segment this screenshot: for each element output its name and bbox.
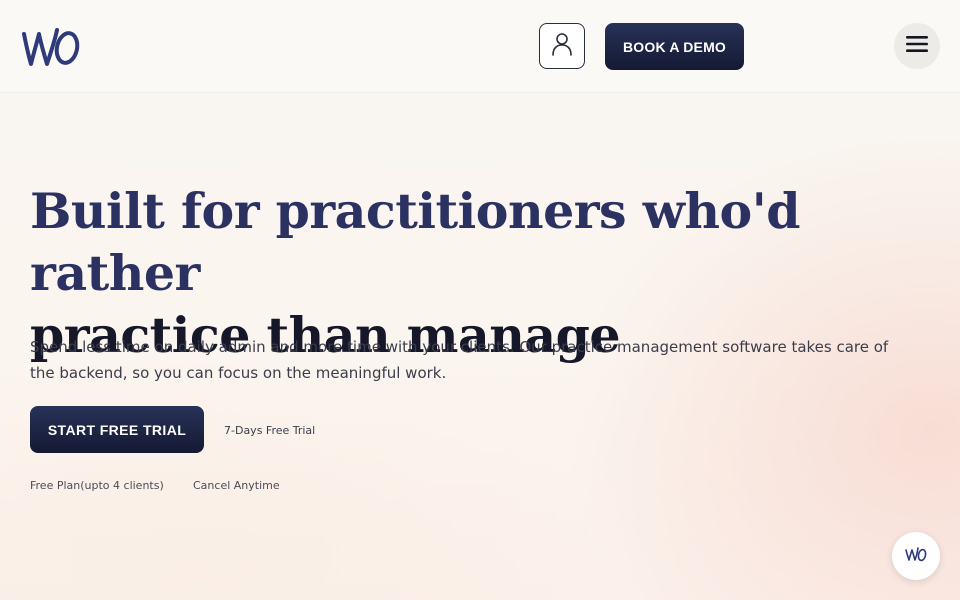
perk-free-plan: Free Plan(upto 4 clients) — [30, 479, 164, 492]
user-account-button[interactable] — [539, 23, 585, 69]
hero-title-line1: Built for practitioners who'd rather — [30, 182, 800, 302]
wo-chat-icon — [905, 546, 927, 566]
wo-logo-icon[interactable] — [20, 22, 82, 68]
site-header: BOOK A DEMO — [0, 0, 960, 92]
book-demo-button[interactable]: BOOK A DEMO — [605, 23, 744, 70]
perk-cancel-anytime: Cancel Anytime — [193, 479, 280, 492]
hamburger-menu-icon — [906, 35, 928, 57]
chat-widget-button[interactable] — [892, 532, 940, 580]
hero-description: Spend less time on daily admin and more … — [30, 338, 889, 382]
hamburger-menu-button[interactable] — [894, 23, 940, 69]
user-icon — [551, 32, 573, 60]
start-free-trial-button[interactable]: START FREE TRIAL — [30, 406, 204, 453]
trial-duration-note: 7-Days Free Trial — [224, 424, 316, 437]
